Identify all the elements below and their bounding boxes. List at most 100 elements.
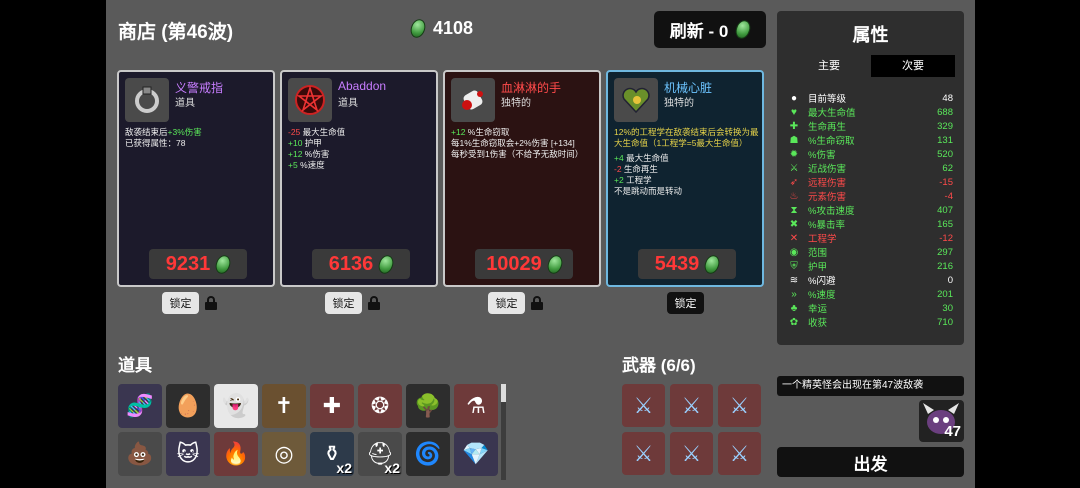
items-scrollbar[interactable] bbox=[501, 384, 506, 480]
melee-icon: ⚔ bbox=[789, 162, 799, 174]
stat-row: ➶ 远程伤害 -15 bbox=[787, 175, 953, 190]
stat-row: ♥ 最大生命值 688 bbox=[787, 105, 953, 120]
lock-button[interactable]: 锁定 bbox=[162, 292, 199, 314]
scrollbar-thumb[interactable] bbox=[501, 384, 506, 402]
desc-value: -25 bbox=[288, 127, 301, 137]
lock-control-4: 锁定 bbox=[667, 292, 704, 314]
desc-text: %速度 bbox=[297, 160, 325, 170]
buy-button[interactable]: 5439 bbox=[638, 249, 736, 279]
stat-label: 范围 bbox=[808, 248, 828, 259]
card-description: +12 %生命窃取 每1%生命窃取会+2%伤害 [+134] 每秒受到1伤害（不… bbox=[451, 127, 597, 160]
wreath-icon[interactable]: ❂ bbox=[358, 384, 402, 428]
item-count: x2 bbox=[336, 460, 352, 476]
lock-button[interactable]: 锁定 bbox=[667, 292, 704, 314]
bloody-hand-icon bbox=[451, 78, 495, 122]
padlock-icon bbox=[205, 296, 217, 310]
lock-button[interactable]: 锁定 bbox=[325, 292, 362, 314]
lock-button[interactable]: 锁定 bbox=[488, 292, 525, 314]
desc-text: 每1%生命窃取会+2%伤害 [+134] bbox=[451, 138, 575, 148]
stat-label: 近战伤害 bbox=[808, 164, 847, 175]
buy-button[interactable]: 6136 bbox=[312, 249, 410, 279]
shop-card-3[interactable]: 血淋淋的手 独特的 +12 %生命窃取 每1%生命窃取会+2%伤害 [+134]… bbox=[443, 70, 601, 287]
stat-value: 297 bbox=[937, 246, 953, 258]
weapon-slot-sword-icon[interactable]: ⚔ bbox=[718, 384, 761, 427]
material-icon bbox=[213, 252, 234, 276]
stat-row: ♨ 元素伤害 -4 bbox=[787, 189, 953, 204]
egg-icon[interactable]: 🥚 bbox=[166, 384, 210, 428]
range-icon: ◉ bbox=[789, 246, 799, 258]
stat-value: -15 bbox=[939, 176, 953, 188]
weapon-slot-sword-icon[interactable]: ⚔ bbox=[718, 432, 761, 475]
stat-value: 0 bbox=[947, 274, 953, 286]
stats-tabs: 主要 次要 bbox=[787, 55, 955, 77]
stat-value: 48 bbox=[942, 92, 953, 104]
cat-icon[interactable]: 🐱 bbox=[166, 432, 210, 476]
elemental-icon: ♨ bbox=[789, 190, 799, 202]
weapon-slot-sword-icon[interactable]: ⚔ bbox=[622, 384, 665, 427]
holy-book-icon[interactable]: ✝ bbox=[262, 384, 306, 428]
lock-control-1: 锁定 bbox=[162, 292, 217, 314]
desc-text: 已获得属性：78 bbox=[125, 138, 186, 148]
medkit-icon[interactable]: ✚ bbox=[310, 384, 354, 428]
buy-button[interactable]: 10029 bbox=[475, 249, 573, 279]
card-type: 独特的 bbox=[664, 98, 694, 109]
tree-icon[interactable]: 🌳 bbox=[406, 384, 450, 428]
card-name: Abaddon bbox=[338, 79, 387, 93]
desc-value: +12 bbox=[288, 149, 303, 159]
material-amount: 4108 bbox=[433, 18, 474, 38]
lifesteal-icon: ☗ bbox=[789, 134, 799, 146]
stat-label: 收获 bbox=[808, 318, 828, 329]
helmet-icon[interactable]: ⛑ x2 bbox=[358, 432, 402, 476]
mech-heart-icon bbox=[614, 78, 658, 122]
potion-icon[interactable]: ⚗ bbox=[454, 384, 498, 428]
shop-card-4[interactable]: 机械心脏 独特的 12%的工程学在敌袭结束后会转换为最大生命值（1工程学=5最大… bbox=[606, 70, 764, 287]
stat-label: %速度 bbox=[808, 290, 836, 301]
stat-label: 最大生命值 bbox=[808, 108, 856, 119]
stat-row: ♣ 幸运 30 bbox=[787, 301, 953, 316]
desc-value: +10 bbox=[288, 138, 303, 148]
shop-card-2[interactable]: Abaddon 道具 -25 最大生命值 +10 护甲 +12 %伤害 +5 %… bbox=[280, 70, 438, 287]
stat-label: %攻击速度 bbox=[808, 206, 855, 217]
stat-row: ✹ %伤害 520 bbox=[787, 147, 953, 162]
fire-icon[interactable]: 🔥 bbox=[214, 432, 258, 476]
stat-row: ⛨ 护甲 216 bbox=[787, 259, 953, 274]
engineering-icon: ✕ bbox=[789, 232, 799, 244]
poop-icon[interactable]: 💩 bbox=[118, 432, 162, 476]
item-count: x2 bbox=[384, 460, 400, 476]
desc-text: 生命再生 bbox=[621, 164, 658, 174]
dna-icon[interactable]: 🧬 bbox=[118, 384, 162, 428]
stat-value: 407 bbox=[937, 204, 953, 216]
shop-card-1[interactable]: 义警戒指 道具 敌袭结束后+3%伤害 已获得属性：78 9231 bbox=[117, 70, 275, 287]
weapon-slot-sword-icon[interactable]: ⚔ bbox=[622, 432, 665, 475]
stats-panel: 属性 主要 次要 ● 目前等级 48 ♥ 最大生命值 688 ✚ 生命再生 329 ☗ %生命窃取 1… bbox=[777, 11, 964, 345]
red-spiral-icon[interactable]: 🌀 bbox=[406, 432, 450, 476]
reroll-button[interactable]: 刷新 - 0 bbox=[654, 11, 766, 48]
items-title: 道具 bbox=[118, 356, 152, 375]
desc-text: 12%的工程学在敌袭结束后会转换为最大生命值（1工程学=5最大生命值） bbox=[614, 127, 759, 148]
collar-icon[interactable]: ◎ bbox=[262, 432, 306, 476]
ring-icon bbox=[125, 78, 169, 122]
crystal-icon[interactable]: 💎 bbox=[454, 432, 498, 476]
card-price: 9231 bbox=[165, 252, 211, 275]
ghost-face-icon[interactable]: 👻 bbox=[214, 384, 258, 428]
go-button[interactable]: 出发 bbox=[777, 447, 964, 477]
stat-label: 生命再生 bbox=[808, 122, 847, 133]
padlock-icon bbox=[531, 296, 543, 310]
material-icon bbox=[376, 252, 397, 276]
stat-value: 329 bbox=[937, 120, 953, 132]
stat-row: ✕ 工程学 -12 bbox=[787, 231, 953, 246]
stat-row: ✚ 生命再生 329 bbox=[787, 119, 953, 134]
stat-label: 元素伤害 bbox=[808, 192, 847, 203]
desc-text: %生命窃取 bbox=[465, 127, 510, 137]
weapon-slot-sword-icon[interactable]: ⚔ bbox=[670, 432, 713, 475]
flask-icon[interactable]: ⚱ x2 bbox=[310, 432, 354, 476]
desc-value: +2 bbox=[614, 175, 624, 185]
stat-value: 131 bbox=[937, 134, 953, 146]
tab-secondary[interactable]: 次要 bbox=[871, 55, 955, 77]
weapon-slot-sword-icon[interactable]: ⚔ bbox=[670, 384, 713, 427]
stat-label: %暴击率 bbox=[808, 220, 845, 231]
stat-label: %伤害 bbox=[808, 150, 836, 161]
tab-main[interactable]: 主要 bbox=[787, 55, 871, 77]
material-icon bbox=[733, 18, 754, 41]
buy-button[interactable]: 9231 bbox=[149, 249, 247, 279]
